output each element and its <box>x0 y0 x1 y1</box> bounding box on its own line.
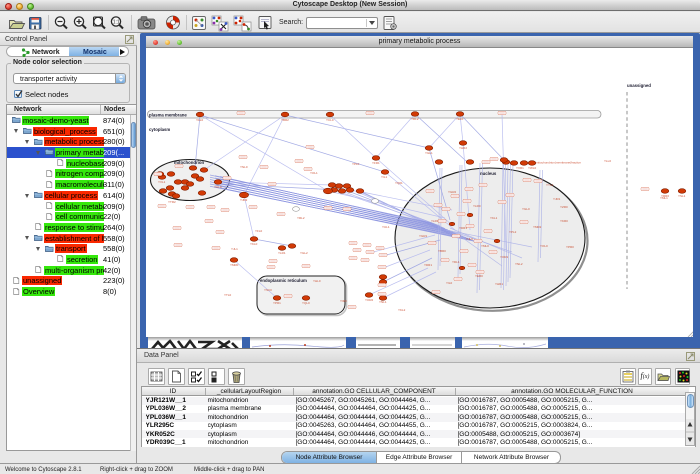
svg-text:YKL2: YKL2 <box>398 308 406 312</box>
svg-text:YER0: YER0 <box>475 274 483 278</box>
svg-text:YOR1: YOR1 <box>500 255 509 259</box>
svg-text:YRR0: YRR0 <box>661 194 669 198</box>
svg-text:1:1: 1:1 <box>113 20 120 26</box>
svg-text:YIL0: YIL0 <box>446 281 453 285</box>
svg-text:YOL1: YOL1 <box>310 171 318 175</box>
svg-text:YNL2: YNL2 <box>515 262 523 266</box>
svg-text:YBR2: YBR2 <box>281 118 289 122</box>
svg-text:YDR3: YDR3 <box>459 226 467 230</box>
svg-text:YWL0: YWL0 <box>528 166 537 170</box>
svg-text:YIL1: YIL1 <box>381 175 388 179</box>
svg-text:YSL1: YSL1 <box>678 194 686 198</box>
svg-text:YHL0: YHL0 <box>313 279 321 283</box>
svg-text:mitochondrion: mitochondrion <box>174 160 204 165</box>
svg-text:YGR1: YGR1 <box>419 234 428 238</box>
svg-text:YTL0: YTL0 <box>224 293 232 297</box>
svg-text:YFR1: YFR1 <box>372 161 380 165</box>
svg-text:YUL0: YUL0 <box>214 185 222 189</box>
svg-text:YKL0: YKL0 <box>250 242 258 246</box>
svg-text:YSC0: YSC0 <box>264 288 272 292</box>
svg-text:YFL0: YFL0 <box>255 229 263 233</box>
svg-text:YGR2: YGR2 <box>448 190 457 194</box>
svg-text:YEL0: YEL0 <box>456 117 464 121</box>
svg-text:YKL1: YKL1 <box>490 216 498 220</box>
svg-text:YPL2: YPL2 <box>509 230 517 234</box>
svg-text:YLR3: YLR3 <box>431 219 439 223</box>
svg-text:YLL0: YLL0 <box>604 159 611 163</box>
svg-text:YNL0: YNL0 <box>240 165 248 169</box>
svg-text:YJL1: YJL1 <box>231 247 238 251</box>
svg-text:YGL1: YGL1 <box>425 151 433 155</box>
svg-text:YVL1: YVL1 <box>158 180 166 184</box>
svg-text:YYL2: YYL2 <box>546 183 554 187</box>
svg-text:YGL0: YGL0 <box>522 207 530 211</box>
svg-text:YOL0: YOL0 <box>540 244 548 248</box>
svg-text:YMR2: YMR2 <box>533 225 542 229</box>
svg-text:YXR1: YXR1 <box>516 166 524 170</box>
svg-text:YOR2: YOR2 <box>365 298 374 302</box>
svg-text:YIR0: YIR0 <box>340 299 347 303</box>
svg-text:mitochondrion(membrane)fractio: mitochondrion(membrane)fraction <box>536 161 581 165</box>
svg-text:YHR1: YHR1 <box>495 282 503 286</box>
svg-text:YJR2: YJR2 <box>240 198 248 202</box>
svg-text:YAL0: YAL0 <box>196 118 203 122</box>
svg-text:YRL2: YRL2 <box>297 216 305 220</box>
svg-text:YCL0: YCL0 <box>326 118 334 122</box>
svg-text:YML0: YML0 <box>481 244 489 248</box>
svg-text:endoplasmic reticulum: endoplasmic reticulum <box>260 278 307 283</box>
svg-text:nucleus: nucleus <box>480 171 497 176</box>
svg-text:YPL0: YPL0 <box>352 162 360 166</box>
svg-text:YDL1: YDL1 <box>452 260 460 264</box>
svg-text:YNL1: YNL1 <box>379 300 387 304</box>
svg-text:YJR1: YJR1 <box>553 197 561 201</box>
svg-text:YTR2: YTR2 <box>168 200 176 204</box>
svg-text:YGL2: YGL2 <box>300 251 308 255</box>
svg-text:YDL2: YDL2 <box>411 117 419 121</box>
svg-text:YPR1: YPR1 <box>273 301 281 305</box>
svg-text:YPR0: YPR0 <box>566 245 574 249</box>
svg-text:YKR0: YKR0 <box>560 219 568 223</box>
svg-text:plasma membrane: plasma membrane <box>149 113 187 118</box>
svg-text:YLR0: YLR0 <box>473 204 481 208</box>
svg-text:unassigned: unassigned <box>627 83 651 88</box>
svg-text:YBR0: YBR0 <box>438 249 446 253</box>
svg-text:YHR2: YHR2 <box>459 146 467 150</box>
svg-text:YQ01: YQ01 <box>395 181 403 185</box>
svg-text:YDR1: YDR1 <box>424 263 432 267</box>
svg-text:YJL0: YJL0 <box>466 237 473 241</box>
svg-text:YUL1: YUL1 <box>382 225 390 229</box>
svg-text:YLR1: YLR1 <box>278 251 286 255</box>
svg-text:YQL0: YQL0 <box>302 301 310 305</box>
svg-text:YMR0: YMR0 <box>230 263 239 267</box>
svg-text:YZR0: YZR0 <box>560 205 568 209</box>
svg-text:cytoplasm: cytoplasm <box>149 127 170 132</box>
